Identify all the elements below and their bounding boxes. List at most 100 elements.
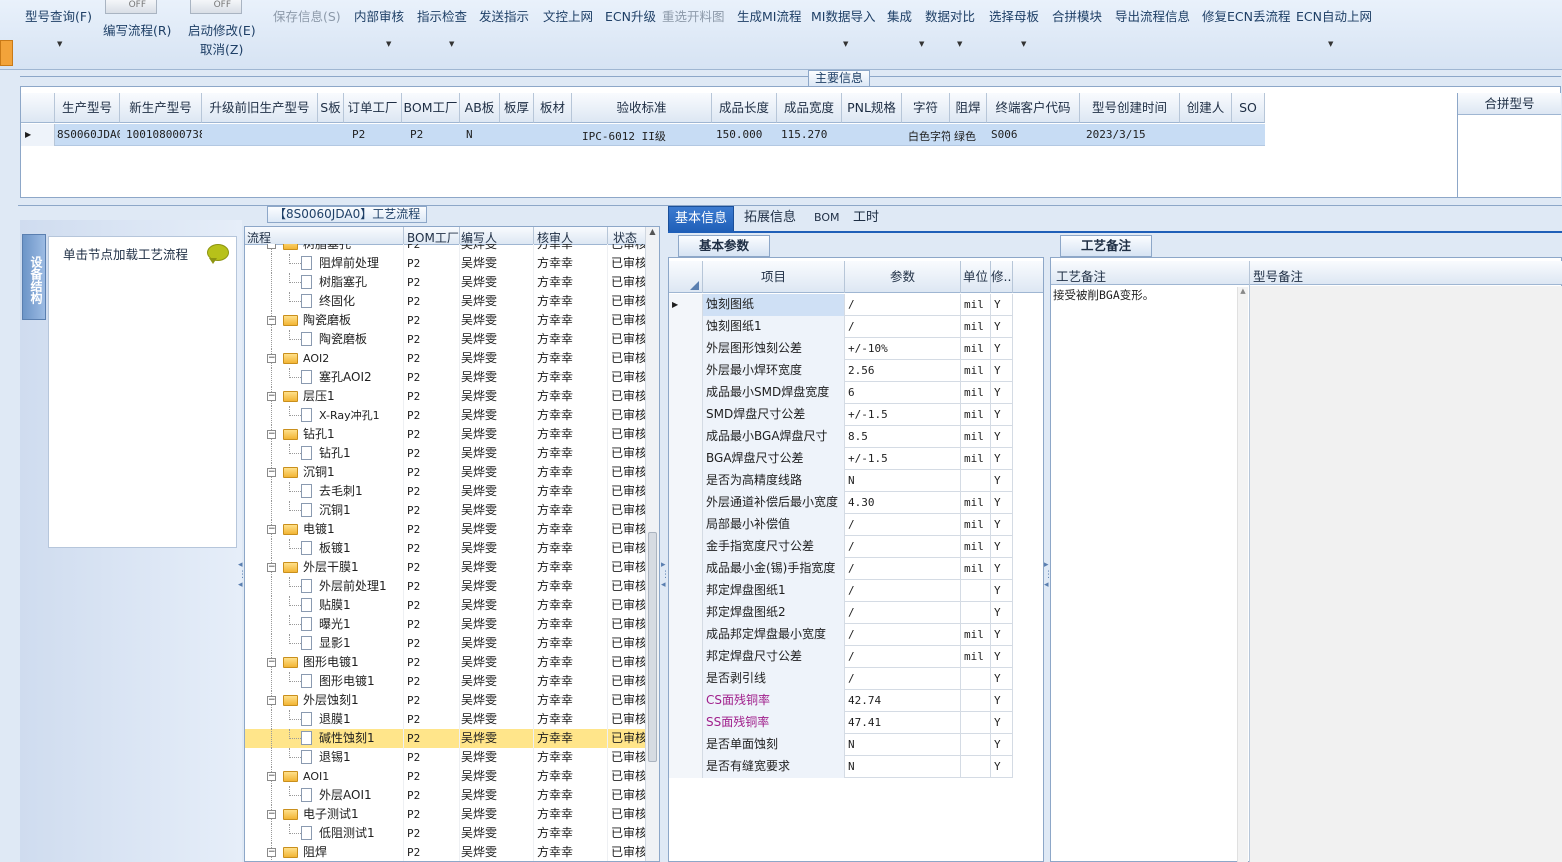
process-row[interactable]: 图形电镀1 P2 吴烨雯 方幸幸 已审核 [245, 672, 645, 691]
process-row[interactable]: − 层压1 P2 吴烨雯 方幸幸 已审核 [245, 387, 645, 406]
process-row[interactable]: 沉铜1 P2 吴烨雯 方幸幸 已审核 [245, 501, 645, 520]
main-col-header[interactable]: 升级前旧生产型号 [202, 93, 318, 123]
param-row[interactable]: SS面残铜率 47.41 Y [669, 712, 1013, 734]
process-row[interactable]: 显影1 P2 吴烨雯 方幸幸 已审核 [245, 634, 645, 653]
collapse-icon[interactable]: − [267, 848, 276, 857]
toolbar-button-12[interactable]: 集成 ▼ [887, 6, 924, 48]
toolbar-button-9[interactable]: 重选开料图 [662, 6, 725, 25]
param-value[interactable]: +/-10% [845, 338, 961, 360]
param-value[interactable]: / [845, 602, 961, 624]
process-row[interactable]: 去毛刺1 P2 吴烨雯 方幸幸 已审核 [245, 482, 645, 501]
process-row[interactable]: − 沉铜1 P2 吴烨雯 方幸幸 已审核 [245, 463, 645, 482]
process-row[interactable]: 塞孔AOI2 P2 吴烨雯 方幸幸 已审核 [245, 368, 645, 387]
main-col-header[interactable]: 型号创建时间 [1080, 93, 1180, 123]
main-col-header[interactable]: SO [1232, 93, 1265, 123]
param-value[interactable]: / [845, 514, 961, 536]
collapse-icon[interactable]: − [267, 772, 276, 781]
param-value[interactable]: N [845, 756, 961, 778]
param-row[interactable]: 是否为高精度线路 N Y [669, 470, 1013, 492]
param-value[interactable]: / [845, 646, 961, 668]
process-row[interactable]: 碱性蚀刻1 P2 吴烨雯 方幸幸 已审核 [245, 729, 645, 748]
device-structure-tab[interactable]: 设备结构 [22, 234, 46, 320]
process-row[interactable]: − 外层干膜1 P2 吴烨雯 方幸幸 已审核 [245, 558, 645, 577]
main-col-header[interactable]: 创建人 [1180, 93, 1232, 123]
param-value[interactable]: 42.74 [845, 690, 961, 712]
toolbar-button-8[interactable]: ECN升级 [605, 6, 656, 25]
toolbar-button-13[interactable]: 数据对比 ▼ [925, 6, 975, 48]
collapse-icon[interactable]: − [267, 354, 276, 363]
param-row[interactable]: 局部最小补偿值 / mil Y [669, 514, 1013, 536]
param-col-header[interactable]: 单位 [961, 261, 991, 293]
param-value[interactable]: +/-1.5 [845, 448, 961, 470]
param-col-header[interactable]: 修... [991, 261, 1013, 293]
param-value[interactable]: / [845, 536, 961, 558]
tab-work-hours[interactable]: 工时 [847, 206, 885, 232]
process-row[interactable]: 外层前处理1 P2 吴烨雯 方幸幸 已审核 [245, 577, 645, 596]
main-col-header[interactable]: 板厚 [500, 93, 534, 123]
param-value[interactable]: / [845, 558, 961, 580]
param-row[interactable]: CS面残铜率 42.74 Y [669, 690, 1013, 712]
process-row[interactable]: − 钻孔1 P2 吴烨雯 方幸幸 已审核 [245, 425, 645, 444]
process-row[interactable]: − AOI1 P2 吴烨雯 方幸幸 已审核 [245, 767, 645, 786]
main-col-header[interactable]: 成品宽度 [777, 93, 842, 123]
scroll-thumb[interactable] [648, 532, 657, 762]
main-col-header[interactable]: PNL规格 [842, 93, 902, 123]
param-value[interactable]: 6 [845, 382, 961, 404]
tab-bom[interactable]: BOM [808, 206, 846, 232]
process-scrollbar[interactable]: ▲ [645, 227, 659, 861]
process-row[interactable]: − 电镀1 P2 吴烨雯 方幸幸 已审核 [245, 520, 645, 539]
param-value[interactable]: N [845, 470, 961, 492]
process-row[interactable]: − AOI2 P2 吴烨雯 方幸幸 已审核 [245, 349, 645, 368]
collapse-icon[interactable]: − [267, 810, 276, 819]
param-row[interactable]: 邦定焊盘图纸1/ Y [669, 580, 1013, 602]
process-row[interactable]: X-Ray冲孔1 P2 吴烨雯 方幸幸 已审核 [245, 406, 645, 425]
param-row[interactable]: 邦定焊盘尺寸公差 / mil Y [669, 646, 1013, 668]
tab-extended-info[interactable]: 拓展信息 [738, 206, 802, 232]
toolbar-button-18[interactable]: ECN自动上网 ▼ [1296, 6, 1372, 48]
param-row[interactable]: BGA焊盘尺寸公差 +/-1.5 mil Y [669, 448, 1013, 470]
collapse-icon[interactable]: − [267, 563, 276, 572]
param-col-header[interactable]: 参数 [845, 261, 961, 293]
main-col-header[interactable]: 成品长度 [712, 93, 777, 123]
main-col-header[interactable]: 终端客户代码 [987, 93, 1080, 123]
process-row[interactable]: − 陶瓷磨板 P2 吴烨雯 方幸幸 已审核 [245, 311, 645, 330]
collapse-icon[interactable]: − [267, 696, 276, 705]
toolbar-button-6[interactable]: 发送指示 [479, 6, 529, 25]
param-value[interactable]: 47.41 [845, 712, 961, 734]
main-col-header[interactable]: S板 [318, 93, 344, 123]
param-value[interactable]: / [845, 316, 961, 338]
toggle-switch[interactable]: OFF [105, 0, 157, 14]
param-value[interactable]: 4.30 [845, 492, 961, 514]
collapse-icon[interactable]: − [267, 525, 276, 534]
param-row[interactable]: SMD焊盘尺寸公差 +/-1.5 mil Y [669, 404, 1013, 426]
process-row[interactable]: 退膜1 P2 吴烨雯 方幸幸 已审核 [245, 710, 645, 729]
param-row[interactable]: 邦定焊盘图纸2/ Y [669, 602, 1013, 624]
process-row[interactable]: − 图形电镀1 P2 吴烨雯 方幸幸 已审核 [245, 653, 645, 672]
param-row[interactable]: 是否剥引线 / Y [669, 668, 1013, 690]
param-value[interactable]: / [845, 580, 961, 602]
param-row[interactable]: 成品最小BGA焊盘尺寸 8.5 mil Y [669, 426, 1013, 448]
merge-model-header[interactable]: 合拼型号 [1458, 93, 1561, 115]
process-row[interactable]: − 树脂塞孔 P2 吴烨雯 方幸幸 已审核 [245, 244, 645, 254]
toggle-switch[interactable]: OFF [190, 0, 242, 14]
toolbar-button-4[interactable]: 内部审核 ▼ [354, 6, 404, 48]
toolbar-button-0[interactable]: 型号查询(F) ▼ [25, 6, 92, 48]
collapse-icon[interactable]: − [267, 316, 276, 325]
param-row[interactable]: ▶ 蚀刻图纸 / mil Y [669, 294, 1013, 316]
param-value[interactable]: 2.56 [845, 360, 961, 382]
notes-scrollbar[interactable]: ▲ [1237, 287, 1248, 862]
toolbar-button-14[interactable]: 选择母板 ▼ [989, 6, 1039, 48]
param-col-header[interactable]: 项目 [703, 261, 845, 293]
collapse-icon[interactable]: − [267, 468, 276, 477]
toolbar-button-11[interactable]: MI数据导入 ▼ [811, 6, 875, 48]
param-row[interactable]: 外层最小焊环宽度 2.56 mil Y [669, 360, 1013, 382]
main-col-header[interactable]: 订单工厂 [344, 93, 402, 123]
param-row[interactable]: 是否有缝宽要求 N Y [669, 756, 1013, 778]
param-value[interactable]: / [845, 294, 961, 316]
scroll-up-icon[interactable]: ▲ [646, 227, 659, 236]
toolbar-button-1[interactable]: 编写流程(R) [103, 20, 171, 39]
main-col-header[interactable]: 验收标准 [572, 93, 712, 123]
toolbar-button-7[interactable]: 文控上网 [543, 6, 593, 25]
param-value[interactable]: +/-1.5 [845, 404, 961, 426]
param-row[interactable]: 外层通道补偿后最小宽度 4.30 mil Y [669, 492, 1013, 514]
